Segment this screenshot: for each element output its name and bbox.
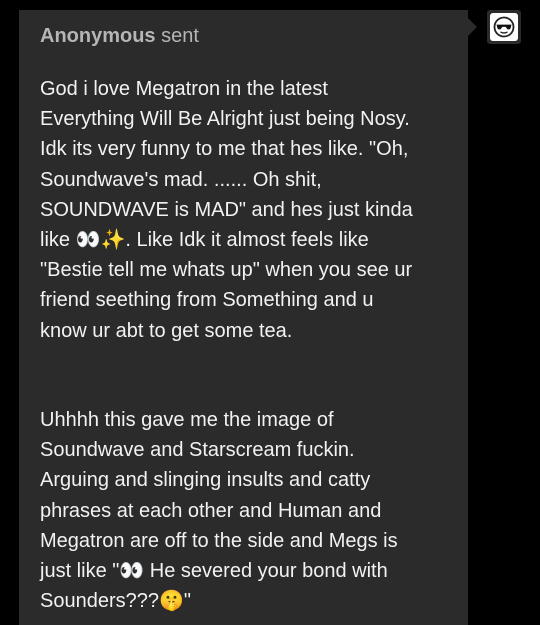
reply-text: Uhhhh this gave me the image of Soundwav… [40,409,398,613]
speech-pointer [468,18,477,36]
sent-label: sent [161,25,199,47]
avatar[interactable] [487,10,521,44]
ask-card: Anonymous sent God i love Megatron in th… [19,10,468,625]
anonymous-sunglasses-icon [490,13,518,41]
asker-name[interactable]: Anonymous [40,25,156,47]
ask-header: Anonymous sent [40,24,199,48]
ask-question: God i love Megatron in the latest Everyt… [40,74,460,346]
question-text: God i love Megatron in the latest Everyt… [40,78,413,342]
page: Anonymous sent God i love Megatron in th… [0,0,540,625]
reply: Uhhhh this gave me the image of Soundwav… [40,405,460,616]
